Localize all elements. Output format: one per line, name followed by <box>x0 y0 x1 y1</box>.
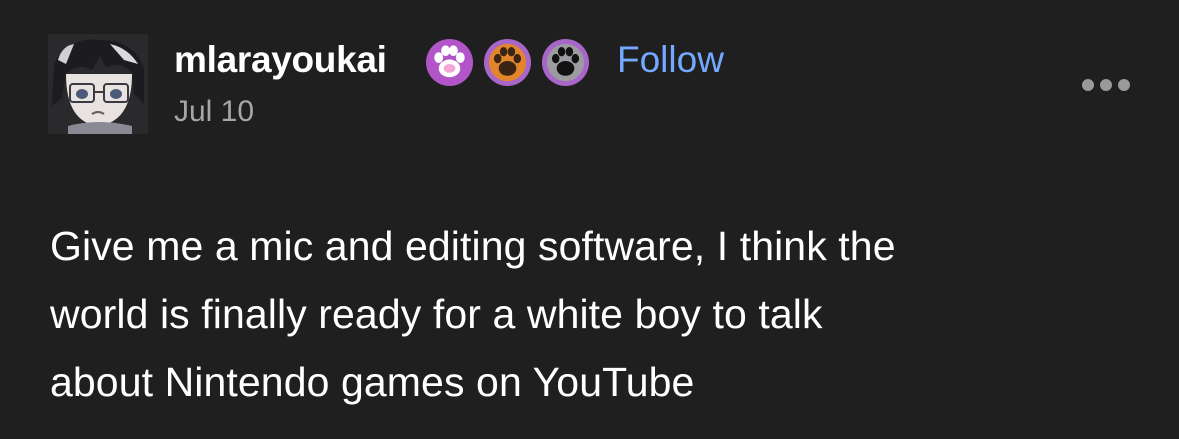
post-body: Give me a mic and editing software, I th… <box>50 212 1150 416</box>
paw-badge-icon[interactable] <box>483 38 532 87</box>
post-body-line: Give me a mic and editing software, I th… <box>50 223 896 269</box>
avatar[interactable] <box>48 34 148 134</box>
follow-button[interactable]: Follow <box>617 38 724 82</box>
more-options-icon <box>1082 79 1130 91</box>
anime-avatar-icon <box>48 34 148 134</box>
paw-badge-icon[interactable] <box>425 38 474 87</box>
post-body-line: about Nintendo games on YouTube <box>50 359 695 405</box>
post-body-line: world is finally ready for a white boy t… <box>50 291 823 337</box>
post-timestamp[interactable]: Jul 10 <box>174 94 254 130</box>
post-card: mlarayoukai Follow Jul 10 Give me a mic … <box>0 0 1179 439</box>
paw-badge-icon[interactable] <box>541 38 590 87</box>
more-options-button[interactable] <box>1078 70 1134 100</box>
badge-group <box>425 38 590 87</box>
username[interactable]: mlarayoukai <box>174 38 387 82</box>
